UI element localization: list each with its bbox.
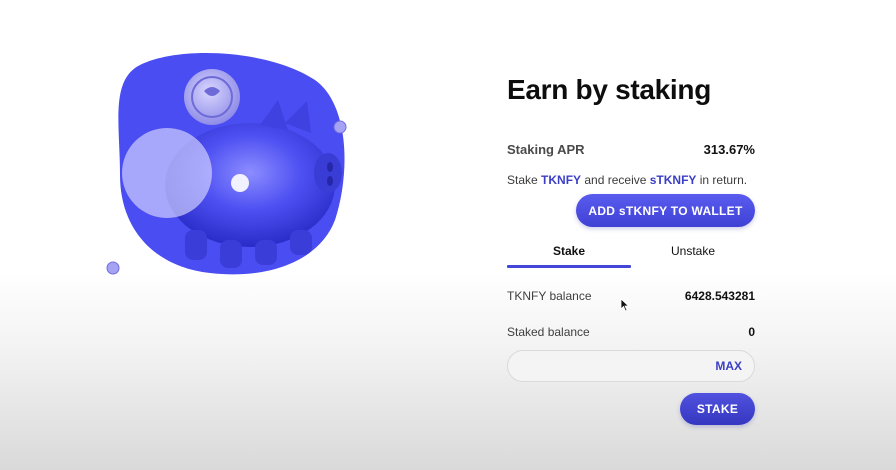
tknfy-balance-label: TKNFY balance (507, 289, 592, 303)
staked-balance-label: Staked balance (507, 325, 590, 339)
piggy-bank-icon (106, 53, 347, 275)
piggy-bank-illustration (100, 45, 360, 285)
stake-tabs: Stake Unstake (507, 240, 755, 268)
amount-input[interactable] (508, 351, 716, 381)
add-to-wallet-button[interactable]: ADD sTKNFY TO WALLET (576, 194, 755, 227)
apr-value: 313.67% (703, 142, 755, 157)
staked-balance-row: Staked balance 0 (507, 325, 755, 339)
page-title: Earn by staking (507, 74, 712, 105)
stake-text-prefix: Stake (507, 173, 542, 187)
tab-stake[interactable]: Stake (507, 240, 631, 268)
amount-field: MAX (507, 350, 755, 382)
tknfy-balance-value: 6428.543281 (684, 289, 755, 303)
max-button[interactable]: MAX (715, 359, 742, 373)
staked-balance-value: 0 (748, 325, 755, 339)
tab-unstake[interactable]: Unstake (631, 240, 755, 268)
receive-token: sTKNFY (649, 173, 697, 187)
stake-description: Stake TKNFY and receive sTKNFY in return… (507, 173, 747, 187)
stake-button[interactable]: STAKE (680, 393, 755, 425)
apr-row: Staking APR 313.67% (507, 142, 755, 157)
stake-text-suffix: in return. (696, 173, 748, 187)
stake-token: TKNFY (541, 173, 582, 187)
tknfy-balance-row: TKNFY balance 6428.543281 (507, 289, 755, 303)
mouse-cursor-icon (620, 298, 630, 312)
stake-text-middle: and receive (581, 173, 650, 187)
apr-label: Staking APR (507, 142, 585, 157)
